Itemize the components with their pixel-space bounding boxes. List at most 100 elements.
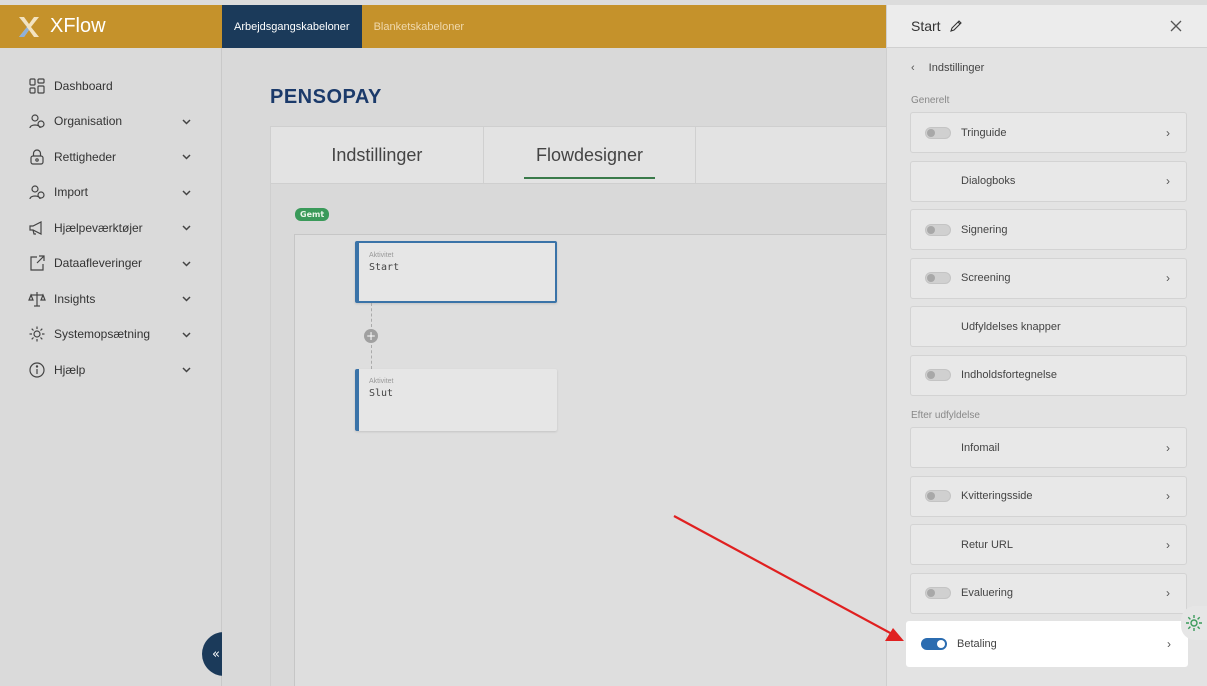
- node-type-label: Aktivitet: [369, 252, 394, 259]
- chevron-down-icon: [182, 296, 191, 302]
- sidebar-item-insights[interactable]: Insights: [0, 281, 221, 317]
- page-title: PENSOPAY: [270, 86, 382, 108]
- pencil-icon[interactable]: [949, 19, 963, 33]
- sidebar-item-import[interactable]: Import: [0, 175, 221, 211]
- sidebar-item-label: Dataafleveringer: [54, 256, 143, 271]
- setting-row-betaling[interactable]: Betaling ›: [906, 621, 1188, 667]
- chevron-left-icon: ‹: [911, 62, 915, 74]
- gear-icon: [29, 326, 45, 342]
- setting-label: Dialogboks: [961, 175, 1016, 187]
- flow-node-slut[interactable]: Aktivitet Slut: [355, 369, 557, 431]
- chevron-down-icon: [182, 119, 191, 125]
- setting-row-dialogboks[interactable]: Dialogboks ›: [910, 160, 1187, 202]
- setting-row-kvitteringsside[interactable]: Kvitteringsside ›: [910, 475, 1187, 517]
- toggle-switch-on[interactable]: [921, 638, 947, 650]
- flowdesigner-area: Gemt Aktivitet Start + Aktivitet Slut: [270, 184, 910, 686]
- chevron-right-icon: ›: [1166, 271, 1170, 285]
- setting-row-indholdsfortegnelse[interactable]: Indholdsfortegnelse: [910, 354, 1187, 396]
- chevron-right-icon: ›: [1167, 637, 1171, 651]
- node-name: Start: [369, 262, 400, 273]
- users-icon: [29, 185, 45, 200]
- setting-label: Retur URL: [961, 538, 1013, 551]
- setting-row-retur-url[interactable]: Retur URL ›: [910, 524, 1187, 565]
- setting-label: Screening: [961, 272, 1011, 284]
- toggle-switch[interactable]: [925, 272, 951, 284]
- chevron-right-icon: ›: [1166, 174, 1170, 188]
- sidebar-item-label: Organisation: [54, 114, 123, 129]
- setting-row-infomail[interactable]: Infomail ›: [910, 427, 1187, 468]
- setting-label: Indholdsfortegnelse: [961, 369, 1058, 381]
- node-name: Slut: [369, 388, 394, 399]
- chevron-right-icon: ›: [1166, 586, 1170, 600]
- sidebar-item-label: Import: [54, 185, 89, 200]
- users-icon: [29, 114, 45, 129]
- chevron-down-icon: [182, 190, 191, 196]
- setting-label: Betaling: [957, 638, 997, 650]
- setting-label: Evaluering: [961, 587, 1013, 599]
- section-label-generelt: Generelt: [911, 94, 950, 106]
- sidebar-item-organisation[interactable]: Organisation: [0, 104, 221, 140]
- flow-canvas[interactable]: Aktivitet Start + Aktivitet Slut: [294, 234, 894, 686]
- tab-flowdesigner[interactable]: Flowdesigner: [484, 127, 697, 183]
- floating-gear-button[interactable]: [1181, 606, 1207, 640]
- chevron-down-icon: [182, 367, 191, 373]
- sidebar-item-hjaelpevaerktoejer[interactable]: Hjælpeværktøjer: [0, 210, 221, 246]
- setting-label: Udfyldelses knapper: [961, 320, 1061, 333]
- setting-label: Signering: [961, 223, 1008, 236]
- chevron-down-icon: [182, 261, 191, 267]
- panel-header: Start: [887, 5, 1207, 48]
- brand-bar: XFlow: [0, 5, 222, 48]
- setting-label: Kvitteringsside: [961, 490, 1033, 502]
- toggle-switch[interactable]: [925, 490, 951, 502]
- main-content: PENSOPAY Indstillinger Flowdesigner Gemt…: [222, 48, 910, 686]
- sidebar-item-label: Systemopsætning: [54, 327, 151, 342]
- back-link-label: Indstillinger: [928, 62, 985, 74]
- panel-title: Start: [911, 18, 941, 34]
- sidebar-item-dashboard[interactable]: Dashboard: [0, 68, 221, 104]
- add-step-button[interactable]: +: [364, 329, 378, 343]
- setting-label: Tringuide: [961, 126, 1007, 139]
- setting-label: Infomail: [961, 441, 1000, 454]
- setting-row-signering[interactable]: Signering: [910, 209, 1187, 250]
- toggle-switch[interactable]: [925, 126, 951, 139]
- close-icon[interactable]: [1169, 19, 1183, 33]
- tab-form-templates[interactable]: Blanketskabeloner: [362, 5, 477, 48]
- scale-icon: [28, 291, 46, 307]
- toggle-switch[interactable]: [925, 369, 951, 381]
- setting-row-evaluering[interactable]: Evaluering ›: [910, 572, 1187, 614]
- settings-panel: Start ‹ Indstillinger Generelt Tringuide…: [886, 5, 1207, 686]
- chevron-down-icon: [182, 332, 191, 338]
- chevron-down-icon: [182, 154, 191, 160]
- sidebar-item-label: Hjælpeværktøjer: [54, 220, 143, 235]
- tab-indstillinger[interactable]: Indstillinger: [271, 127, 484, 183]
- flow-connector: [371, 345, 372, 369]
- saved-badge: Gemt: [295, 208, 330, 221]
- megaphone-icon: [29, 220, 42, 235]
- sidebar-item-hjaelp[interactable]: Hjælp: [0, 352, 221, 388]
- sidebar: Dashboard Organisation Rettigheder Impor…: [0, 48, 222, 686]
- toggle-switch[interactable]: [925, 223, 951, 236]
- export-icon: [30, 255, 45, 271]
- setting-row-udfyldelses-knapper[interactable]: Udfyldelses knapper: [910, 306, 1187, 347]
- setting-row-tringuide[interactable]: Tringuide ›: [910, 112, 1187, 153]
- gear-icon: [1186, 615, 1202, 631]
- sidebar-item-label: Dashboard: [54, 78, 113, 93]
- chevron-right-icon: ›: [1166, 537, 1170, 552]
- flow-node-start[interactable]: Aktivitet Start: [355, 241, 557, 303]
- section-label-efter-udfyldelse: Efter udfyldelse: [911, 409, 980, 421]
- back-link[interactable]: ‹ Indstillinger: [887, 48, 1207, 88]
- chevron-right-icon: ›: [1166, 125, 1170, 140]
- setting-row-screening[interactable]: Screening ›: [910, 257, 1187, 299]
- lock-icon: [30, 149, 44, 165]
- grid-icon: [29, 78, 45, 94]
- xflow-logo-icon: [19, 16, 39, 37]
- sidebar-item-label: Insights: [54, 291, 96, 306]
- sidebar-item-label: Rettigheder: [54, 149, 117, 164]
- tab-workflow-templates[interactable]: Arbejdsgangskabeloner: [222, 5, 362, 48]
- sidebar-item-rettigheder[interactable]: Rettigheder: [0, 139, 221, 175]
- top-navigation: Arbejdsgangskabeloner Blanketskabeloner: [222, 5, 900, 48]
- sidebar-item-dataafleveringer[interactable]: Dataafleveringer: [0, 246, 221, 282]
- sidebar-item-systemopsaetning[interactable]: Systemopsætning: [0, 317, 221, 353]
- toggle-switch[interactable]: [925, 587, 951, 599]
- tab-empty: [696, 127, 910, 183]
